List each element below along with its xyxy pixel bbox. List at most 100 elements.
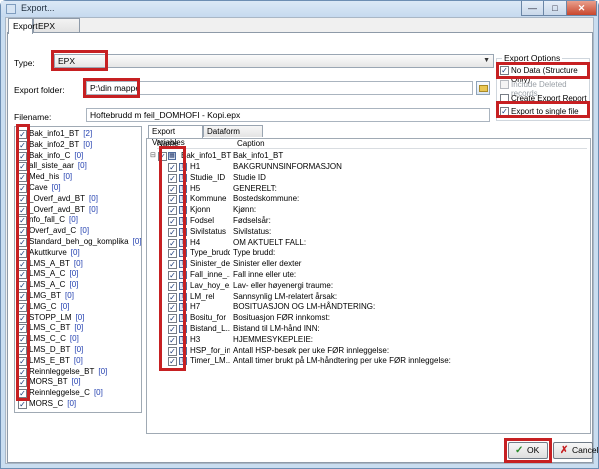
- variable-checkbox[interactable]: ✓: [168, 260, 177, 270]
- dataset-checkbox[interactable]: ✓: [18, 248, 27, 258]
- variable-checkbox[interactable]: ✓: [168, 238, 177, 248]
- dataset-checkbox[interactable]: ✓: [18, 194, 27, 204]
- maximize-button[interactable]: □: [544, 1, 567, 16]
- dataset-checkbox[interactable]: ✓: [18, 270, 27, 280]
- dataset-list-item[interactable]: ✓ Cave [0]: [15, 183, 141, 194]
- dataset-checkbox[interactable]: ✓: [18, 324, 27, 334]
- dataset-list-item[interactable]: ✓ LMS_A_C [0]: [15, 269, 141, 280]
- dataset-checkbox[interactable]: ✓: [18, 151, 27, 161]
- dataset-list-item[interactable]: ✓ LMS_C_C [0]: [15, 334, 141, 345]
- close-button[interactable]: ✕: [567, 1, 597, 16]
- dataset-list-item[interactable]: ✓ STOPP_LM [0]: [15, 313, 141, 324]
- dataset-checkbox[interactable]: ✓: [18, 216, 27, 226]
- single-file-checkbox[interactable]: ✓: [500, 107, 509, 116]
- variable-tree-root[interactable]: ⊟ ✓ ▦ Bak_info1_BT Bak_info1_BT: [147, 151, 590, 162]
- variable-checkbox[interactable]: ✓: [168, 217, 177, 226]
- variable-checkbox[interactable]: ✓: [168, 357, 177, 367]
- dataset-checkbox[interactable]: ✓: [18, 184, 27, 193]
- dataset-list-item[interactable]: ✓ _Overf_avd_BT [0]: [15, 205, 141, 216]
- include-deleted-checkbox[interactable]: [500, 80, 509, 89]
- variable-row[interactable]: ✓ T Bistand_L... Bistand til LM-hånd INN:: [147, 324, 590, 335]
- dataset-list-item[interactable]: ✓ LMS_E_BT [0]: [15, 356, 141, 367]
- variable-row[interactable]: ✓ T Bositu_for Bosituasjon FØR innkomst:: [147, 313, 590, 324]
- variable-checkbox[interactable]: ✓: [168, 227, 177, 237]
- dataset-list-item[interactable]: ✓ LMS_A_BT [0]: [15, 259, 141, 270]
- variable-checkbox[interactable]: ✓: [168, 271, 177, 280]
- create-report-checkbox[interactable]: [500, 94, 509, 103]
- variable-row[interactable]: ✓THSP_for_in...Antall HSP-besøk per uke …: [147, 346, 590, 357]
- dataset-checkbox[interactable]: ✓: [18, 227, 27, 237]
- browse-folder-button[interactable]: [476, 81, 490, 95]
- variable-row[interactable]: ✓ T Fodsel Fødselsår:: [147, 216, 590, 227]
- dataset-checkbox[interactable]: ✓: [18, 335, 27, 345]
- dataset-checkbox[interactable]: ✓: [18, 356, 27, 366]
- cancel-button[interactable]: ✗ Cancel: [553, 442, 598, 459]
- dataset-checkbox[interactable]: ✓: [18, 238, 27, 247]
- variable-row[interactable]: ✓ T Kjonn Kjønn:: [147, 205, 590, 216]
- variable-checkbox[interactable]: ✓: [168, 195, 177, 205]
- filename-input[interactable]: Hoftebrudd m feil_DOMHOFI - Kopi.epx: [86, 108, 490, 122]
- tree-expand-icon[interactable]: ⊟: [150, 152, 156, 159]
- variable-checkbox[interactable]: ✓: [168, 173, 177, 183]
- dataset-checkbox[interactable]: ✓: [18, 367, 27, 377]
- dataset-list-item[interactable]: ✓ all_siste_aar [0]: [15, 161, 141, 172]
- dataset-list-item[interactable]: ✓ LMG_BT [0]: [15, 291, 141, 302]
- ok-button[interactable]: ✓ OK: [508, 442, 548, 459]
- variable-checkbox[interactable]: ✓: [168, 303, 177, 313]
- variable-checkbox[interactable]: ✓: [168, 346, 177, 356]
- variable-row[interactable]: ✓ T Kommune Bostedskommune:: [147, 194, 590, 205]
- variable-checkbox[interactable]: ✓: [168, 325, 177, 334]
- type-select[interactable]: EPX ▼: [54, 54, 494, 68]
- dataset-list-item[interactable]: ✓ Akuttkurve [0]: [15, 248, 141, 259]
- dataset-checkbox[interactable]: ✓: [18, 346, 27, 355]
- variable-row[interactable]: ✓TLav_hoy_e...Lav- eller høyenergi traum…: [147, 281, 590, 292]
- dataset-checkbox[interactable]: ✓: [18, 173, 27, 183]
- tab-export[interactable]: Export: [8, 18, 38, 34]
- variable-checkbox[interactable]: ✓: [168, 314, 177, 324]
- variable-row[interactable]: ✓ T H1 BAKGRUNNSINFORMASJON: [147, 162, 590, 173]
- dataset-list-item[interactable]: ✓ _Overf_avd_BT [0]: [15, 194, 141, 205]
- dataset-checkbox[interactable]: ✓: [18, 313, 27, 323]
- variable-checkbox[interactable]: ✓: [168, 292, 177, 302]
- dataset-list-item[interactable]: ✓ Reinnleggelse_C [0]: [15, 388, 141, 399]
- variable-row[interactable]: ✓ T H5 GENERELT:: [147, 184, 590, 195]
- dataset-list-item[interactable]: ✓ LMS_A_C [0]: [15, 280, 141, 291]
- dataset-list-item[interactable]: ✓ MORS_BT [0]: [15, 377, 141, 388]
- dataset-list-item[interactable]: ✓ LMG_C [0]: [15, 302, 141, 313]
- tab-dataform-options[interactable]: Dataform Options: [203, 125, 263, 147]
- dataset-checkbox[interactable]: ✓: [18, 292, 27, 301]
- variable-row[interactable]: ✓ T H3 HJEMMESYKEPLEIE:: [147, 335, 590, 346]
- variable-row[interactable]: ✓ T H4 OM AKTUELT FALL:: [147, 238, 590, 249]
- dataset-list-item[interactable]: ✓ Bak_info_C [0]: [15, 151, 141, 162]
- variable-row[interactable]: ✓ T Fall_inne_... Fall inne eller ute:: [147, 270, 590, 281]
- variable-row[interactable]: ✓ T LM_rel Sannsynlig LM-relatert årsak:: [147, 292, 590, 303]
- variable-checkbox[interactable]: ✓: [168, 163, 177, 172]
- dataset-list-item[interactable]: ✓ Reinnleggelse_BT [0]: [15, 367, 141, 378]
- no-data-checkbox[interactable]: ✓: [500, 66, 509, 75]
- dataset-checkbox[interactable]: ✓: [18, 389, 27, 399]
- dataset-checkbox[interactable]: ✓: [18, 259, 27, 269]
- tab-export-variables[interactable]: Export Variables: [148, 125, 203, 147]
- dataset-checkbox[interactable]: ✓: [18, 378, 27, 388]
- variable-checkbox[interactable]: ✓: [168, 206, 177, 216]
- dataset-checkbox[interactable]: ✓: [18, 140, 27, 150]
- dataset-list-item[interactable]: ✓ nfo_fall_C [0]: [15, 215, 141, 226]
- dataset-list-item[interactable]: ✓ LMS_C_BT [0]: [15, 323, 141, 334]
- variable-row[interactable]: ✓ T Studie_ID Studie ID: [147, 173, 590, 184]
- variable-row[interactable]: ✓ T Sivilstatus Sivilstatus:: [147, 227, 590, 238]
- dataset-list-item[interactable]: ✓ MORS_C [0]: [15, 399, 141, 410]
- variable-row[interactable]: ✓ T Type_brudd Type brudd:: [147, 248, 590, 259]
- dataset-list-item[interactable]: ✓ Bak_info2_BT [0]: [15, 140, 141, 151]
- variable-checkbox[interactable]: ✓: [168, 335, 177, 345]
- dataset-list-item[interactable]: ✓ Bak_info1_BT [2]: [15, 129, 141, 140]
- dataset-list-item[interactable]: ✓ Standard_beh_og_komplika [0]: [15, 237, 141, 248]
- dataset-list-item[interactable]: ✓ Overf_avd_C [0]: [15, 226, 141, 237]
- tab-epx-options[interactable]: EPX Options: [33, 18, 80, 45]
- variable-row[interactable]: ✓TSinister_de...Sinister eller dexter: [147, 259, 590, 270]
- dataset-checkbox[interactable]: ✓: [18, 400, 27, 409]
- dataset-checkbox[interactable]: ✓: [18, 205, 27, 215]
- dataset-list-item[interactable]: ✓ Med_his [0]: [15, 172, 141, 183]
- dataset-list-item[interactable]: ✓ LMS_D_BT [0]: [15, 345, 141, 356]
- variable-checkbox[interactable]: ✓: [168, 281, 177, 291]
- root-checkbox[interactable]: ✓: [158, 152, 167, 161]
